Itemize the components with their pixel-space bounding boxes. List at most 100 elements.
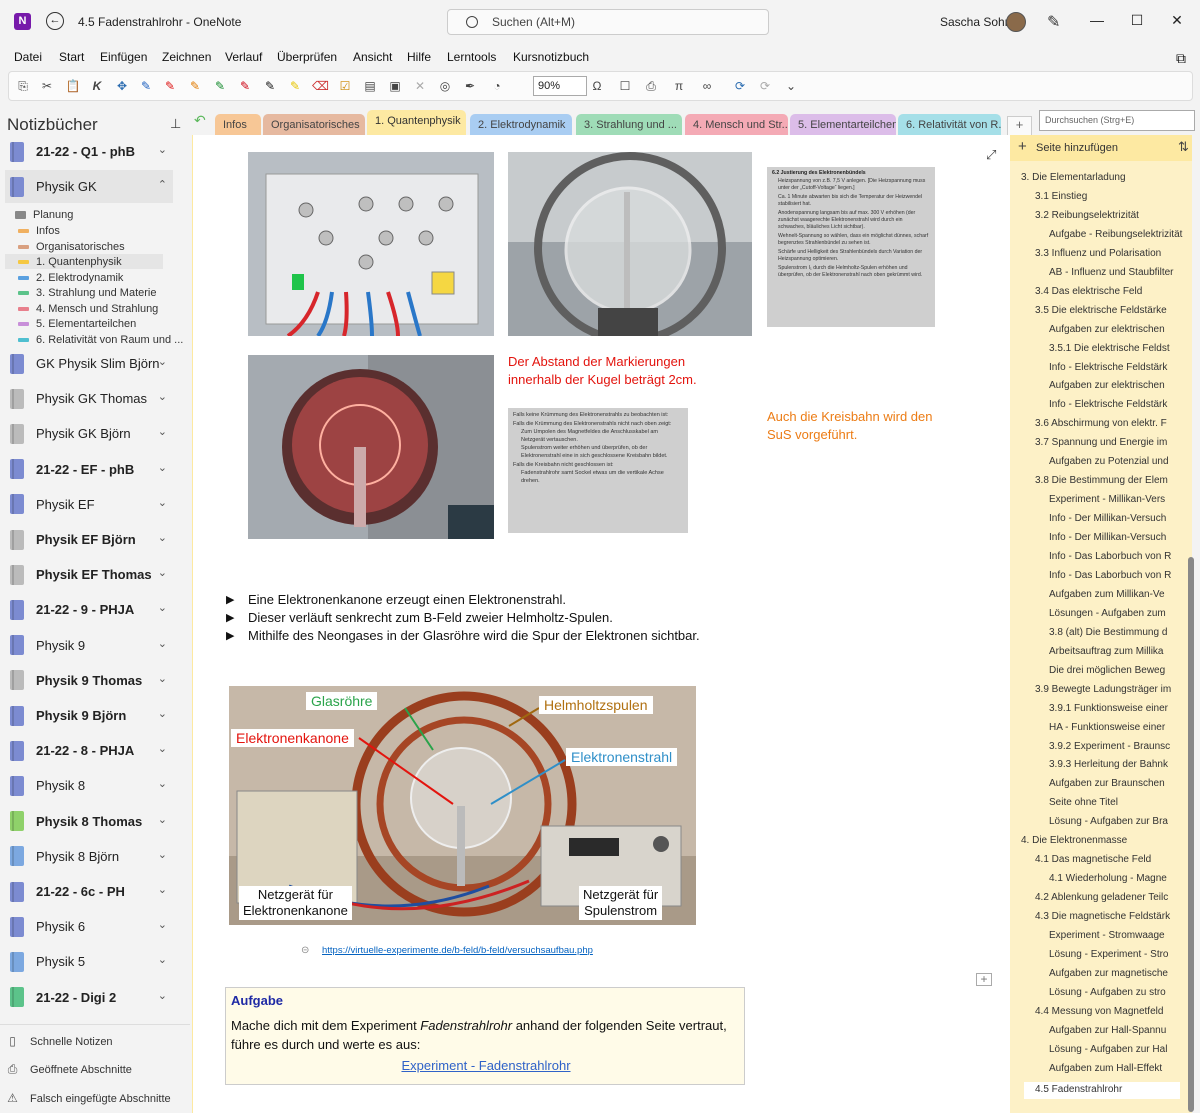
menu-lerntools[interactable]: Lerntools	[447, 50, 496, 64]
pin-icon[interactable]: ⊥	[170, 116, 181, 132]
pen-settings-icon[interactable]: ✒	[462, 78, 478, 94]
notebook-item[interactable]: GK Physik Slim Björn ⌄	[5, 347, 173, 380]
menu-hilfe[interactable]: Hilfe	[407, 50, 431, 64]
tab-mensch[interactable]: 4. Mensch und Str...	[685, 114, 788, 135]
pen-darkred-icon[interactable]: ✎	[237, 78, 253, 94]
notebook-item[interactable]: 21-22 - Digi 2 ⌄	[5, 981, 173, 1014]
misplaced-sections-link[interactable]: ⚠ Falsch eingefügte Abschnitte	[5, 1091, 171, 1106]
table-icon[interactable]: ☐	[617, 78, 633, 94]
chevron-down-icon[interactable]: ⌄	[158, 566, 167, 579]
page-item[interactable]: Aufgaben zur Hall-Spannu	[1049, 1025, 1184, 1036]
section-relativitaet[interactable]: 6. Relativität von Raum und ...	[18, 332, 183, 347]
page-item[interactable]: 3.9 Bewegte Ladungsträger im	[1035, 684, 1185, 695]
section-infos[interactable]: Infos	[18, 223, 60, 238]
notebook-item[interactable]: 21-22 - 9 - PHJA ⌄	[5, 593, 173, 626]
page-item[interactable]: 3.6 Abschirmung von elektr. F	[1035, 418, 1185, 429]
chevron-down-icon[interactable]: ⌄	[158, 496, 167, 509]
zoom-select[interactable]: 90%	[533, 76, 587, 96]
page-item[interactable]: Info - Der Millikan-Versuch	[1049, 532, 1184, 543]
insert-space-icon[interactable]: ▤	[362, 78, 378, 94]
lit-tube-photo[interactable]	[248, 355, 494, 539]
chevron-down-icon[interactable]: ⌄	[158, 777, 167, 790]
page-item[interactable]: 3.1 Einstieg	[1035, 191, 1185, 202]
page-item[interactable]: Lösungen - Aufgaben zum	[1049, 608, 1184, 619]
close-button[interactable]: ✕	[1167, 12, 1187, 29]
chevron-down-icon[interactable]: ⌄	[158, 425, 167, 438]
tab-infos[interactable]: Infos	[215, 114, 261, 135]
page-item[interactable]: AB - Influenz und Staubfilter	[1049, 267, 1184, 278]
paste-icon[interactable]: 📋	[65, 78, 81, 94]
page-item[interactable]: Seite ohne Titel	[1049, 797, 1184, 808]
notebook-item[interactable]: Physik GK Björn ⌄	[5, 417, 173, 450]
page-item[interactable]: 3.5.1 Die elektrische Feldst	[1049, 343, 1184, 354]
ink-to-shape-icon[interactable]: ◎	[437, 78, 453, 94]
minimize-button[interactable]: —	[1087, 12, 1107, 28]
delete-icon[interactable]: ✕	[412, 78, 428, 94]
page-item[interactable]: Info - Der Millikan-Versuch	[1049, 513, 1184, 524]
pen-green-icon[interactable]: ✎	[212, 78, 228, 94]
instruction-document[interactable]: 6.2 Justierung des Elektronenbündels Hei…	[767, 167, 935, 327]
menu-einfuegen[interactable]: Einfügen	[100, 50, 147, 64]
page-item[interactable]: Aufgaben zur magnetische	[1049, 968, 1184, 979]
page-item[interactable]: 4.2 Ablenkung geladener Teilc	[1035, 892, 1185, 903]
page-item[interactable]: 4.4 Messung von Magnetfeld	[1035, 1006, 1185, 1017]
chevron-down-icon[interactable]: ⌄	[158, 813, 167, 826]
equation-icon[interactable]: π	[671, 78, 687, 94]
chevron-down-icon[interactable]: ⌄	[158, 355, 167, 368]
quick-notes-link[interactable]: ▯ Schnelle Notizen	[5, 1034, 112, 1049]
page-item[interactable]: Lösung - Aufgaben zur Bra	[1049, 816, 1184, 827]
share-icon[interactable]: ⧉	[1176, 50, 1186, 67]
add-note-icon[interactable]: +	[976, 973, 992, 986]
add-page-button[interactable]: + Seite hinzufügen	[1010, 135, 1192, 161]
menu-datei[interactable]: Datei	[14, 50, 42, 64]
menu-start[interactable]: Start	[59, 50, 84, 64]
page-item[interactable]: Info - Elektrische Feldstärk	[1049, 399, 1184, 410]
tab-elementarteilchen[interactable]: 5. Elementarteilchen	[790, 114, 896, 135]
page-item[interactable]: Arbeitsauftrag zum Millika	[1049, 646, 1184, 657]
add-section-button[interactable]: +	[1007, 116, 1032, 135]
page-item[interactable]: Die drei möglichen Beweg	[1049, 665, 1184, 676]
menu-ueberpruefen[interactable]: Überprüfen	[277, 50, 337, 64]
spacing-icon[interactable]: ✥	[114, 78, 130, 94]
section-planung[interactable]: Planung	[15, 207, 73, 222]
page-item[interactable]: Aufgaben zur Braunschen	[1049, 778, 1184, 789]
notebook-item[interactable]: 21-22 - 8 - PHJA ⌄	[5, 734, 173, 767]
page-item[interactable]: 3.8 (alt) Die Bestimmung d	[1049, 627, 1184, 638]
notebook-item[interactable]: Physik 6 ⌄	[5, 910, 173, 943]
infinity-icon[interactable]: ∞	[699, 78, 715, 94]
chevron-down-icon[interactable]: ⌄	[158, 390, 167, 403]
navigate-back-icon[interactable]: ↶	[194, 112, 206, 129]
page-item[interactable]: 3.4 Das elektrische Feld	[1035, 286, 1185, 297]
notebook-item[interactable]: Physik 9 Thomas ⌄	[5, 664, 173, 697]
menu-ansicht[interactable]: Ansicht	[353, 50, 392, 64]
eraser-icon[interactable]: ⌫	[312, 78, 329, 94]
sync-icon[interactable]: ⟳	[732, 78, 748, 94]
image-icon[interactable]: ▣	[387, 78, 403, 94]
page-item[interactable]: Aufgaben zu Potenzial und	[1049, 456, 1184, 467]
shapes-icon[interactable]: ◔	[489, 78, 505, 94]
notebook-item[interactable]: 21-22 - 6c - PH ⌄	[5, 875, 173, 908]
tab-relativitaet[interactable]: 6. Relativität von R...	[898, 114, 1001, 135]
notebook-item[interactable]: Physik EF ⌄	[5, 488, 173, 521]
chevron-down-icon[interactable]: ⌄	[158, 143, 167, 156]
page-item[interactable]: Aufgabe - Reibungselektrizität	[1049, 229, 1184, 240]
notebook-item[interactable]: Physik 9 ⌄	[5, 629, 173, 662]
task-link[interactable]: Experiment - Fadenstrahlrohr	[226, 1058, 746, 1073]
notebook-item[interactable]: 21-22 - EF - phB ⌄	[5, 453, 173, 486]
page-item[interactable]: 3.9.1 Funktionsweise einer	[1049, 703, 1184, 714]
labeled-setup-photo[interactable]: Glasröhre Helmholtzspulen Elektronenkano…	[229, 686, 696, 925]
pen-black-icon[interactable]: ✎	[262, 78, 278, 94]
lasso-icon[interactable]: ☑	[337, 78, 353, 94]
page-item[interactable]: Aufgaben zum Millikan-Ve	[1049, 589, 1184, 600]
sort-icon[interactable]: ⇅	[1178, 139, 1189, 155]
page-item[interactable]: Aufgaben zum Hall-Effekt	[1049, 1063, 1184, 1074]
section-strahlung[interactable]: 3. Strahlung und Materie	[18, 285, 156, 300]
tab-quantenphysik[interactable]: 1. Quantenphysik	[367, 110, 466, 135]
chevron-down-icon[interactable]: ⌄	[158, 989, 167, 1002]
section-organisatorisches[interactable]: Organisatorisches	[18, 239, 125, 254]
notebook-item[interactable]: Physik 8 Thomas ⌄	[5, 805, 173, 838]
chevron-down-icon[interactable]: ⌄	[158, 637, 167, 650]
pen-orange-icon[interactable]: ✎	[187, 78, 203, 94]
instruction-document-2[interactable]: Falls keine Krümmung des Elektronenstrah…	[508, 408, 688, 533]
page-item[interactable]: 3.9.2 Experiment - Braunsc	[1049, 741, 1184, 752]
